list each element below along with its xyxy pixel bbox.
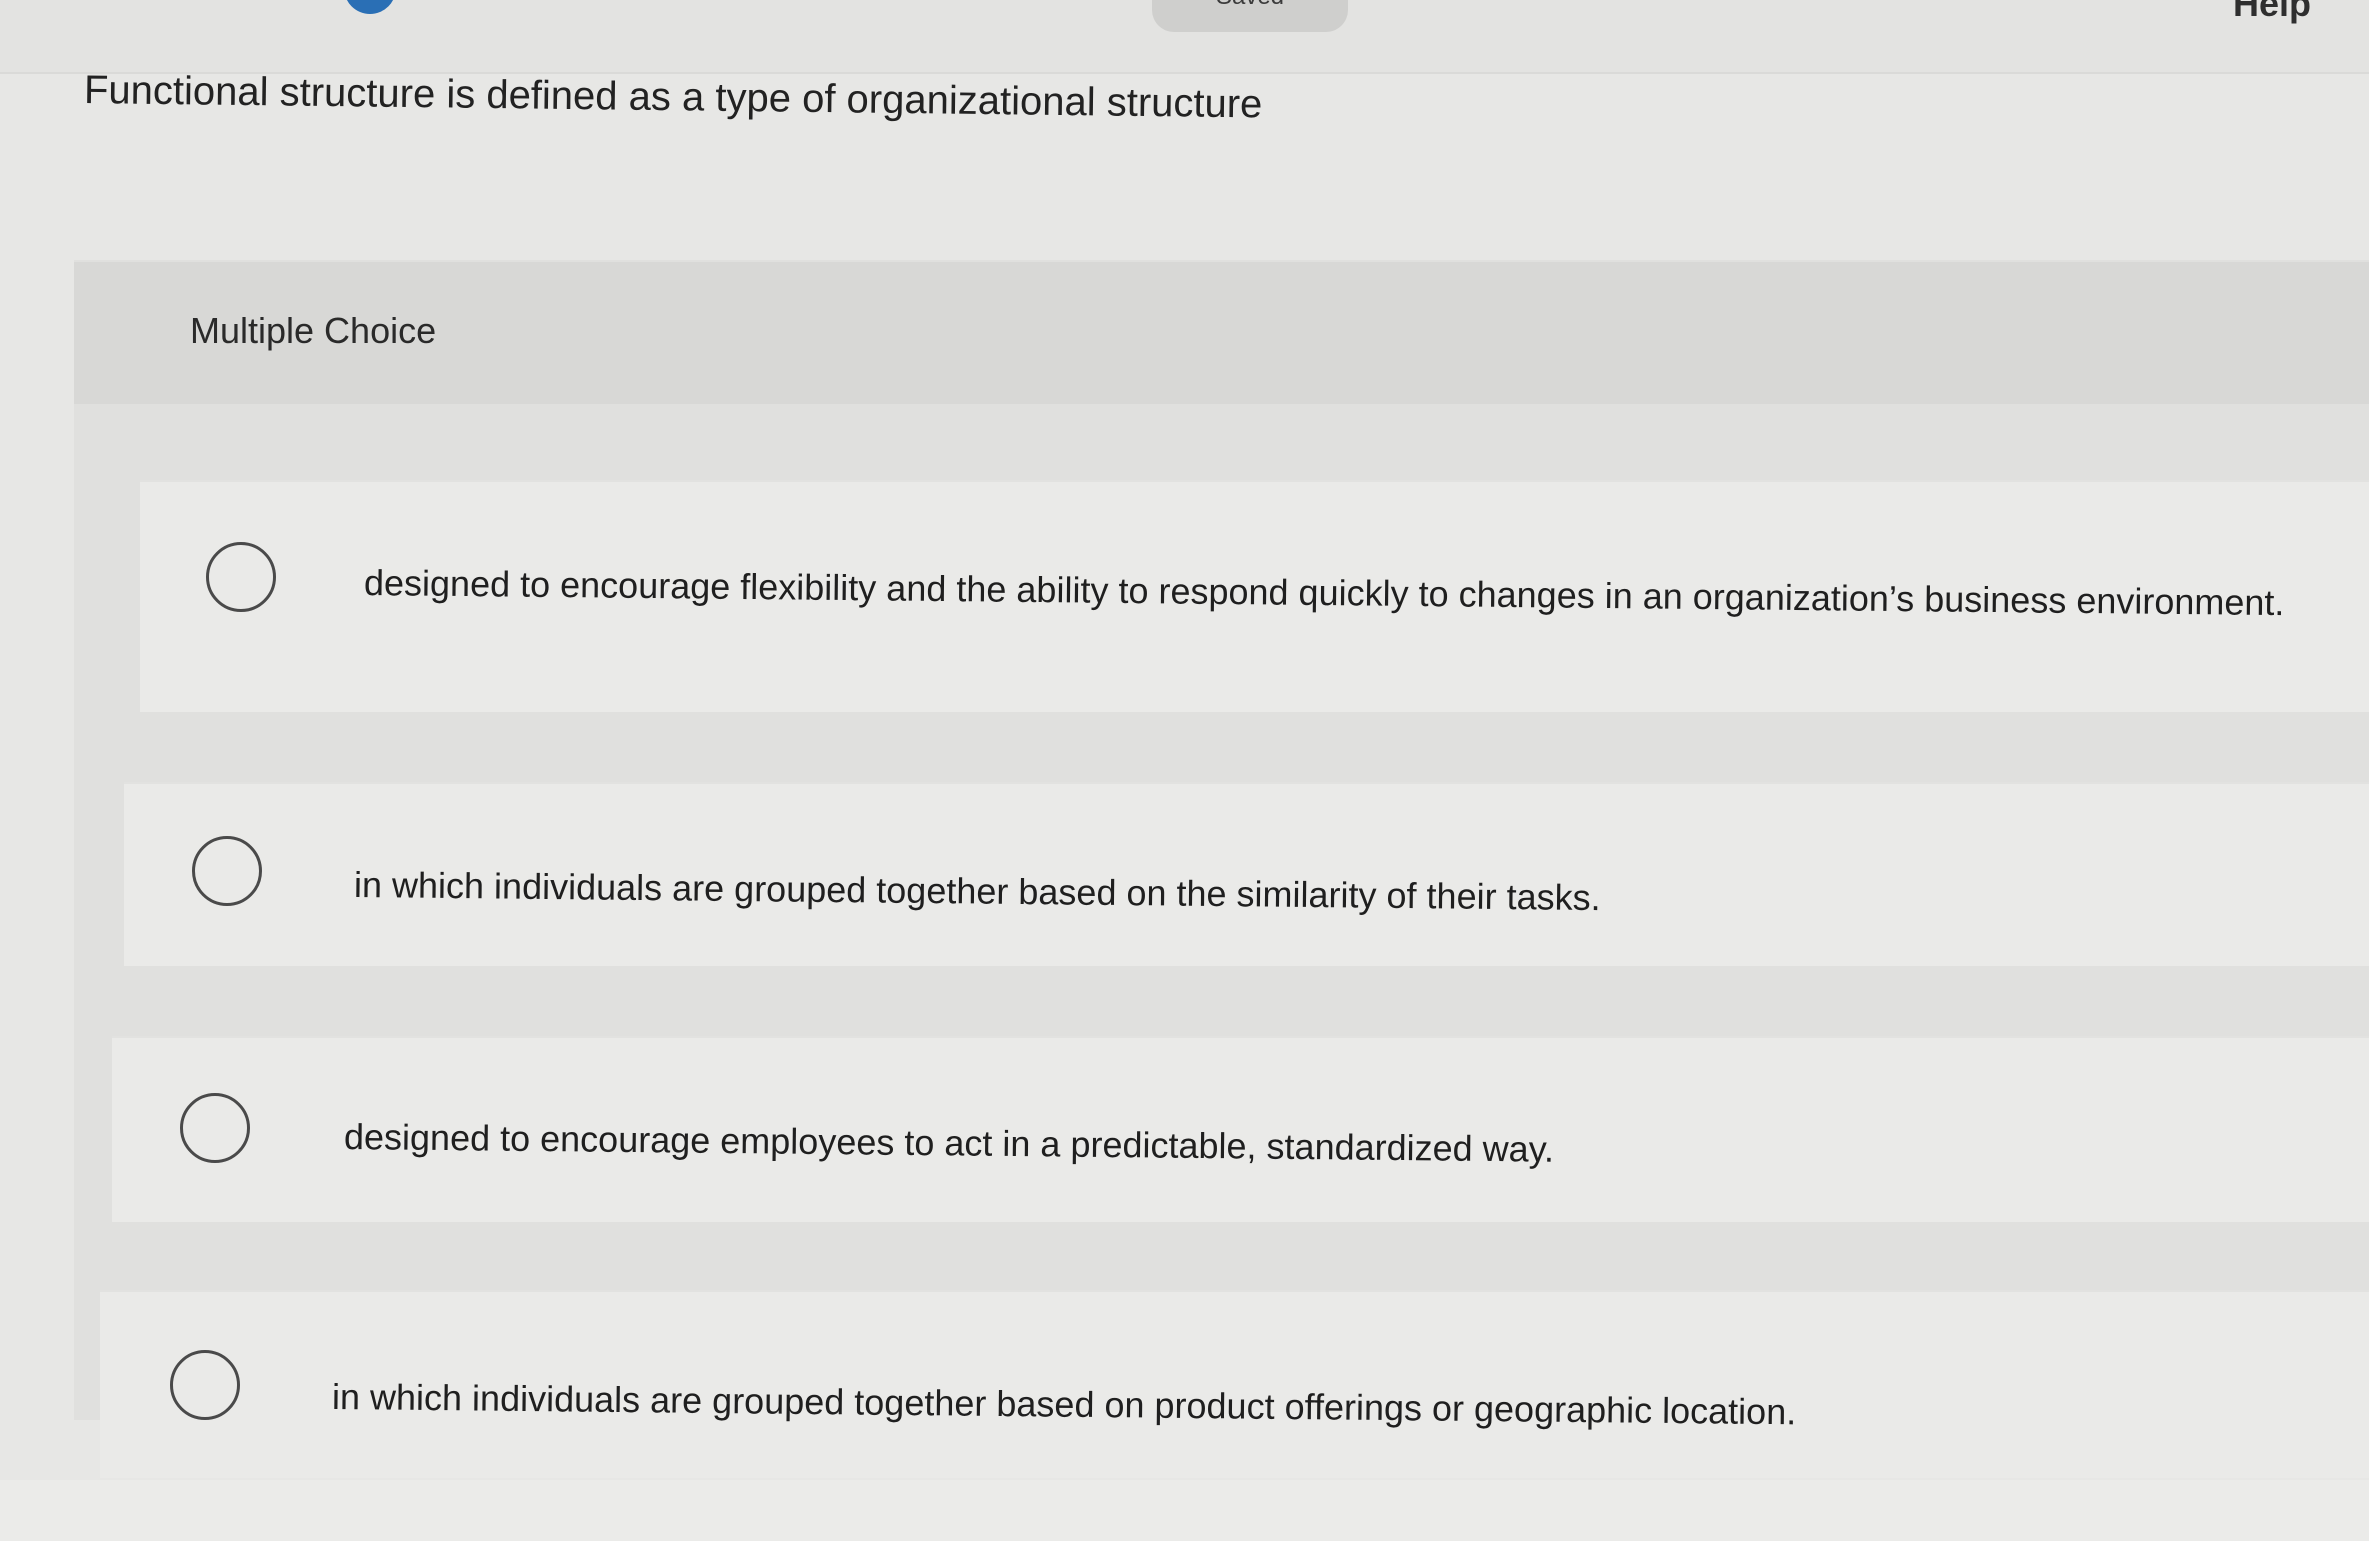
- radio-button-b[interactable]: [192, 836, 262, 906]
- answer-option-a[interactable]: designed to encourage flexibility and th…: [140, 480, 2369, 712]
- saved-label: Saved: [1216, 0, 1284, 10]
- answer-option-d-text: in which individuals are grouped togethe…: [331, 1376, 1797, 1433]
- saved-indicator: Saved: [1152, 0, 1348, 32]
- answer-option-b[interactable]: in which individuals are grouped togethe…: [124, 782, 2369, 966]
- answer-option-a-text: designed to encourage flexibility and th…: [363, 562, 2285, 624]
- top-bar: Saved Help: [0, 0, 2369, 74]
- question-type-label: Multiple Choice: [190, 310, 437, 351]
- radio-button-d[interactable]: [170, 1350, 240, 1420]
- radio-button-c[interactable]: [180, 1093, 250, 1163]
- footer-strip: [0, 1480, 2369, 1541]
- radio-button-a[interactable]: [206, 542, 276, 612]
- progress-badge[interactable]: [344, 0, 396, 14]
- answer-option-c-text: designed to encourage employees to act i…: [343, 1116, 1555, 1170]
- answer-option-c[interactable]: designed to encourage employees to act i…: [112, 1036, 2369, 1222]
- answer-option-d[interactable]: in which individuals are grouped togethe…: [100, 1290, 2369, 1478]
- help-link[interactable]: Help: [2233, 0, 2311, 22]
- answer-option-b-text: in which individuals are grouped togethe…: [353, 864, 1601, 919]
